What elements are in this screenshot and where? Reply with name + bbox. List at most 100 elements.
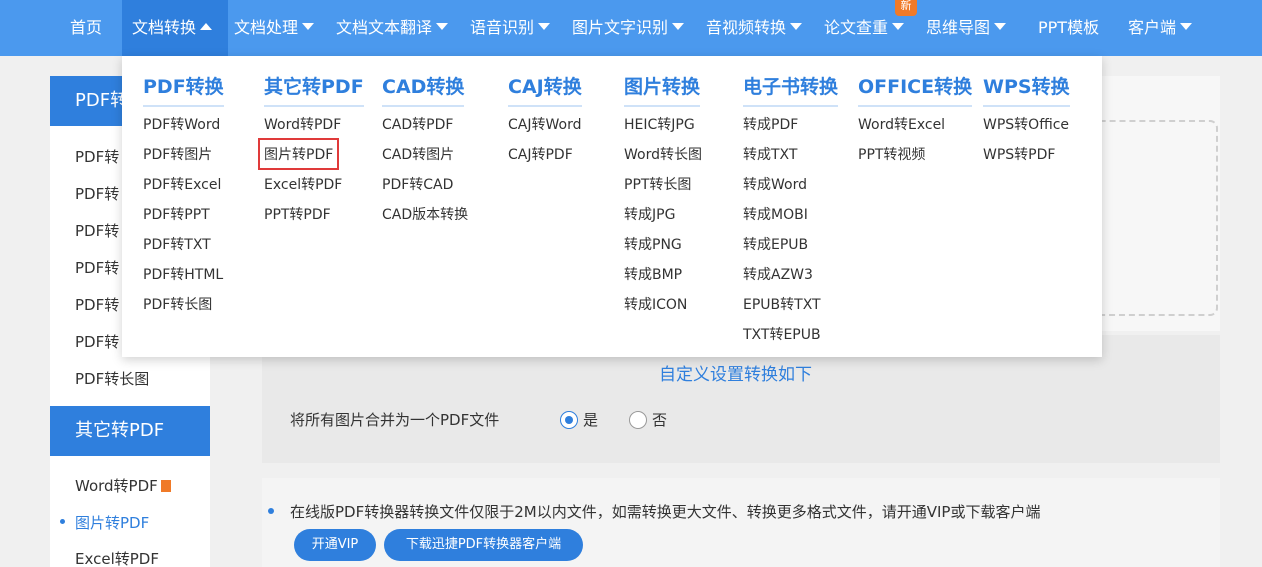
menu-link[interactable]: PDF转长图 — [143, 294, 212, 314]
caret-down-icon — [436, 23, 449, 30]
caret-down-icon — [538, 23, 551, 30]
column-title-caj-convert: CAJ转换 — [508, 72, 582, 107]
nav-label: 首页 — [70, 18, 103, 37]
column-title-other-to-pdf: 其它转PDF — [264, 72, 364, 107]
top-navigation: 首页 文档转换 文档处理 文档文本翻译 语音识别 图片文字识别 音视频转换 论文… — [0, 0, 1262, 56]
merge-option-label: 将所有图片合并为一个PDF文件 — [290, 411, 500, 429]
nav-doc-process[interactable]: 文档处理 — [234, 0, 315, 56]
menu-link[interactable]: CAJ转Word — [508, 114, 581, 134]
menu-link[interactable]: 转成PNG — [624, 234, 682, 254]
menu-link[interactable]: Excel转PDF — [264, 174, 342, 194]
nav-label: 文档转换 — [132, 18, 197, 37]
menu-link[interactable]: PDF转图片 — [143, 144, 212, 164]
menu-link[interactable]: PDF转TXT — [143, 234, 211, 254]
caret-down-icon — [892, 23, 905, 30]
nav-mindmap[interactable]: 思维导图 — [926, 0, 1007, 56]
column-title-image-convert: 图片转换 — [624, 72, 701, 107]
doc-convert-dropdown: PDF转换 PDF转Word PDF转图片 PDF转Excel PDF转PPT … — [122, 56, 1102, 357]
menu-link[interactable]: PDF转PPT — [143, 204, 210, 224]
caret-down-icon — [994, 23, 1007, 30]
nav-label: 客户端 — [1128, 18, 1177, 37]
menu-link[interactable]: EPUB转TXT — [743, 294, 821, 314]
menu-link-image-to-pdf-highlighted[interactable]: 图片转PDF — [257, 138, 340, 170]
sidebar-item-word-to-pdf[interactable]: Word转PDF — [75, 475, 171, 496]
open-vip-button[interactable]: 开通VIP — [294, 529, 376, 561]
download-client-button[interactable]: 下载迅捷PDF转换器客户端 — [384, 529, 583, 561]
nav-label: 音视频转换 — [706, 18, 787, 37]
sidebar-group2-title[interactable]: 其它转PDF — [50, 406, 210, 456]
caret-up-icon — [200, 23, 213, 30]
sidebar-item[interactable]: PDF转 — [75, 146, 119, 167]
menu-link[interactable]: 转成AZW3 — [743, 264, 813, 284]
nav-label: 图片文字识别 — [572, 18, 669, 37]
menu-link[interactable]: CAD转图片 — [382, 144, 454, 164]
menu-link[interactable]: Word转Excel — [858, 114, 945, 134]
column-title-office-convert: OFFICE转换 — [858, 72, 973, 107]
caret-down-icon — [672, 23, 685, 30]
nav-ppt-templates[interactable]: PPT模板 — [1038, 0, 1099, 56]
notice-text: 在线版PDF转换器转换文件仅限于2M以内文件，如需转换更大文件、转换更多格式文件… — [290, 503, 1041, 521]
menu-link[interactable]: WPS转PDF — [983, 144, 1055, 164]
nav-client[interactable]: 客户端 — [1128, 0, 1193, 56]
menu-link[interactable]: 转成PDF — [743, 114, 798, 134]
menu-link[interactable]: 转成BMP — [624, 264, 682, 284]
nav-translate[interactable]: 文档文本翻译 — [336, 0, 449, 56]
menu-link[interactable]: 转成EPUB — [743, 234, 808, 254]
sidebar-item[interactable]: PDF转 — [75, 183, 119, 204]
radio-yes-label[interactable]: 是 — [583, 409, 598, 430]
nav-av-convert[interactable]: 音视频转换 — [706, 0, 803, 56]
nav-ocr[interactable]: 图片文字识别 — [572, 0, 685, 56]
menu-link[interactable]: HEIC转JPG — [624, 114, 695, 134]
radio-no[interactable] — [629, 411, 647, 429]
menu-link[interactable]: CAJ转PDF — [508, 144, 573, 164]
menu-link[interactable]: TXT转EPUB — [743, 324, 821, 344]
menu-link[interactable]: 转成MOBI — [743, 204, 808, 224]
menu-link[interactable]: PDF转HTML — [143, 264, 223, 284]
column-title-cad-convert: CAD转换 — [382, 72, 465, 107]
nav-home[interactable]: 首页 — [70, 0, 102, 56]
menu-link[interactable]: 转成Word — [743, 174, 807, 194]
custom-settings-link[interactable]: 自定义设置转换如下 — [659, 360, 812, 385]
sidebar-item-excel-to-pdf[interactable]: Excel转PDF — [75, 548, 159, 567]
sidebar-item[interactable]: PDF转 — [75, 257, 119, 278]
caret-down-icon — [1180, 23, 1193, 30]
menu-link[interactable]: PDF转Excel — [143, 174, 221, 194]
column-title-pdf-convert: PDF转换 — [143, 72, 224, 107]
menu-link[interactable]: 转成JPG — [624, 204, 675, 224]
menu-link[interactable]: 转成ICON — [624, 294, 687, 314]
menu-link[interactable]: WPS转Office — [983, 114, 1069, 134]
nav-label: PPT模板 — [1038, 18, 1100, 37]
new-badge: 新 — [895, 0, 917, 16]
sidebar-item[interactable]: PDF转 — [75, 220, 119, 241]
nav-plagiarism[interactable]: 论文查重 — [824, 0, 905, 56]
menu-link[interactable]: PPT转视频 — [858, 144, 925, 164]
menu-link[interactable]: PPT转PDF — [264, 204, 331, 224]
menu-link[interactable]: PDF转Word — [143, 114, 220, 134]
menu-link[interactable]: Word转PDF — [264, 114, 341, 134]
menu-link[interactable]: PPT转长图 — [624, 174, 691, 194]
nav-label: 文档处理 — [234, 18, 299, 37]
menu-link[interactable]: 转成TXT — [743, 144, 797, 164]
nav-label: 思维导图 — [926, 18, 991, 37]
nav-label: 论文查重 — [824, 18, 889, 37]
sidebar-item[interactable]: PDF转 — [75, 331, 119, 352]
radio-no-label[interactable]: 否 — [652, 409, 667, 430]
sidebar-item-image-to-pdf[interactable]: 图片转PDF — [75, 512, 149, 533]
nav-label: 文档文本翻译 — [336, 18, 433, 37]
menu-link[interactable]: PDF转CAD — [382, 174, 453, 194]
caret-down-icon — [302, 23, 315, 30]
menu-link[interactable]: Word转长图 — [624, 144, 702, 164]
radio-yes[interactable] — [560, 411, 578, 429]
bookmark-icon — [160, 480, 171, 492]
column-title-wps-convert: WPS转换 — [983, 72, 1070, 107]
sidebar-item[interactable]: PDF转 — [75, 294, 119, 315]
sidebar-item[interactable]: PDF转长图 — [75, 368, 149, 389]
sidebar-item-label: Word转PDF — [75, 477, 158, 495]
current-indicator-dot — [60, 519, 65, 524]
caret-down-icon — [790, 23, 803, 30]
nav-label: 语音识别 — [470, 18, 535, 37]
menu-link[interactable]: CAD转PDF — [382, 114, 453, 134]
nav-speech[interactable]: 语音识别 — [470, 0, 551, 56]
menu-link[interactable]: CAD版本转换 — [382, 204, 468, 224]
nav-doc-convert[interactable]: 文档转换 — [122, 0, 228, 56]
